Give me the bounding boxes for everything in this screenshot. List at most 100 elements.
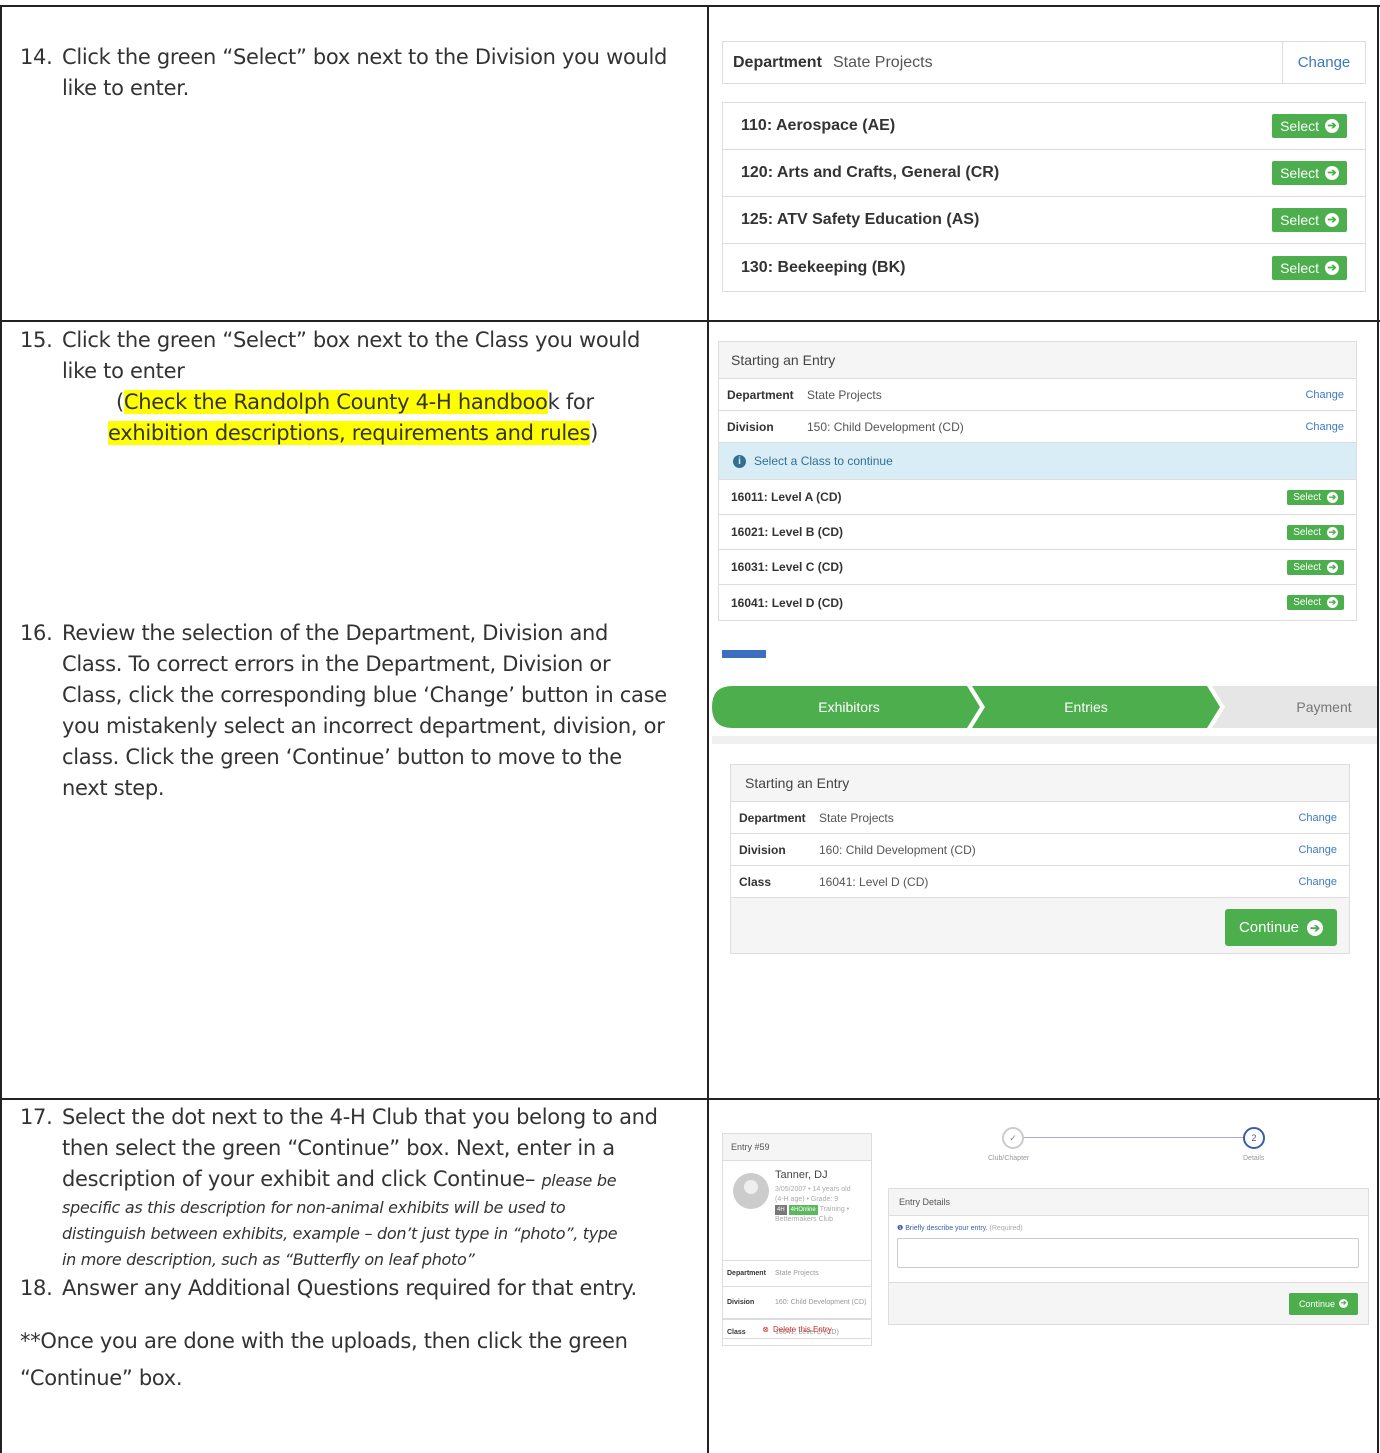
table-border-right xyxy=(1377,5,1379,1453)
division-label: Division xyxy=(727,1299,755,1306)
arrow-right-icon: ➔ xyxy=(1327,526,1338,538)
handbook-note-2: exhibition descriptions, requirements an… xyxy=(20,418,640,449)
continue-label: Continue xyxy=(1298,1298,1335,1309)
department-label: Department xyxy=(727,387,794,402)
exhibitor-grade: (4-H age) • Grade: 9 xyxy=(775,1196,839,1203)
handbook-note: (Check the Randolph County 4-H handbook … xyxy=(20,387,640,418)
exhibitor-meta: 3/05/2007 • 14 years old (4-H age) • Gra… xyxy=(775,1185,869,1225)
table-border-left xyxy=(0,5,2,1453)
select-button[interactable]: Select ➔ xyxy=(1287,559,1344,575)
step-details-label: Details xyxy=(1243,1155,1265,1162)
department-row: Department State Projects xyxy=(723,1261,871,1287)
select-button[interactable]: Select ➔ xyxy=(1272,255,1347,280)
step-line: class. Click the green ‘Continue’ button… xyxy=(62,745,622,769)
arrow-right-icon: ➔ xyxy=(1327,561,1338,573)
division-value: 160: Child Development (CD) xyxy=(775,1299,867,1306)
department-row: Department State Projects Change xyxy=(731,802,1349,834)
status-badge: 4HOnline xyxy=(788,1205,818,1215)
delete-entry-button[interactable]: ⊗ Delete this Entry xyxy=(722,1319,872,1339)
arrow-right-icon: ➔ xyxy=(1327,597,1338,608)
select-button[interactable]: Select ➔ xyxy=(1272,161,1347,185)
step-line: description of your exhibit and click Co… xyxy=(20,1164,658,1195)
department-label: Department xyxy=(733,53,822,71)
change-division-link[interactable]: Change xyxy=(1305,421,1344,433)
progress-step-payment-shape xyxy=(1212,686,1377,728)
step-number: 14. xyxy=(20,45,53,69)
department-label: Department xyxy=(739,810,806,825)
division-row: Division 150: Child Development (CD) Chang… xyxy=(719,411,1356,443)
division-label: Division xyxy=(727,419,774,434)
stepper-line xyxy=(1022,1137,1244,1138)
change-department-link[interactable]: Change xyxy=(1298,812,1337,824)
change-department-link[interactable]: Change xyxy=(1305,389,1344,401)
division-name: 130: Beekeeping (BK) xyxy=(741,258,906,276)
delete-label: Delete this Entry xyxy=(773,1324,832,1334)
select-label: Select xyxy=(1293,491,1321,503)
division-select-panel: Department State Projects Change 110: Ae… xyxy=(722,41,1366,292)
change-department-link[interactable]: Change xyxy=(1282,42,1365,83)
step-club-chapter-icon[interactable]: ✓ xyxy=(1002,1127,1024,1149)
description-textarea[interactable] xyxy=(897,1238,1359,1268)
progress-step-exhibitors[interactable]: Exhibitors xyxy=(818,699,879,715)
highlighted-text: Check the Randolph County 4-H handboo xyxy=(123,390,548,414)
step-line: like to enter xyxy=(62,359,185,383)
department-bar: Department State Projects Change xyxy=(722,41,1366,84)
panel-footer: Continue ➔ xyxy=(731,898,1349,953)
division-name: 120: Arts and Crafts, General (CR) xyxy=(741,164,1000,181)
step-line: you mistakenly select an incorrect depar… xyxy=(62,714,665,738)
table-column-divider xyxy=(707,5,709,1453)
select-button[interactable]: Select ➔ xyxy=(1287,524,1344,540)
change-division-link[interactable]: Change xyxy=(1298,844,1337,856)
division-row: Division 160: Child Development (CD) Chang… xyxy=(731,834,1349,866)
step-line: then select the green “Continue” box. Ne… xyxy=(62,1136,615,1160)
class-name: 16041: Level D (CD) xyxy=(731,595,844,610)
department-label: Department xyxy=(727,1270,766,1277)
exhibitor-name: Tanner, DJ xyxy=(775,1169,828,1181)
select-label: Select xyxy=(1280,118,1319,134)
division-label: Division xyxy=(739,842,786,857)
required-text: (Required) xyxy=(989,1225,1023,1232)
entry-details-body: ❶ Briefly describe your entry. (Required… xyxy=(889,1216,1368,1282)
class-row: 16021: Level B (CD) Select ➔ xyxy=(719,515,1356,550)
step-details-icon[interactable]: 2 xyxy=(1243,1127,1265,1149)
division-row: 130: Beekeeping (BK) Select ➔ xyxy=(723,244,1365,291)
class-value: 16041: Level D (CD) xyxy=(819,874,929,889)
select-button[interactable]: Select ➔ xyxy=(1272,114,1347,138)
step-line: Click the green “Select” box next to the… xyxy=(62,45,668,69)
select-button[interactable]: Select ➔ xyxy=(1272,208,1347,232)
info-text: Select a Class to continue xyxy=(754,454,893,468)
exhibitor-meta-text: Training • xyxy=(819,1206,850,1213)
division-row: 110: Aerospace (AE) Select ➔ xyxy=(723,103,1365,150)
select-label: Select xyxy=(1293,561,1321,573)
select-button[interactable]: Select ➔ xyxy=(1287,489,1344,505)
progress-steps: Exhibitors Entries Payment xyxy=(712,686,1377,728)
info-icon: ❶ xyxy=(897,1225,904,1232)
division-row: 120: Arts and Crafts, General (CR) Select… xyxy=(723,150,1365,197)
select-button[interactable]: Select ➔ xyxy=(1287,595,1344,610)
panel-footer: Continue ➔ xyxy=(889,1282,1368,1324)
step-line: Review the selection of the Department, … xyxy=(62,621,609,645)
progress-step-payment[interactable]: Payment xyxy=(1296,699,1351,715)
arrow-right-icon: ➔ xyxy=(1325,213,1339,227)
change-class-link[interactable]: Change xyxy=(1298,876,1337,888)
class-name: 16021: Level B (CD) xyxy=(731,525,844,539)
avatar xyxy=(733,1173,769,1209)
continue-button[interactable]: Continue ➔ xyxy=(1288,1292,1358,1315)
class-label: Class xyxy=(739,874,772,889)
class-row: 16041: Level D (CD) Select ➔ xyxy=(719,585,1356,620)
step-14-text: 14. Click the green “Select” box next to … xyxy=(20,42,667,104)
step-line: Answer any Additional Questions required… xyxy=(62,1276,637,1300)
continue-button[interactable]: Continue ➔ xyxy=(1224,909,1337,946)
class-name: 16031: Level C (CD) xyxy=(731,560,844,574)
department-value: State Projects xyxy=(819,810,894,825)
arrow-right-icon: ➔ xyxy=(1339,1299,1348,1308)
step-number: 17. xyxy=(20,1105,53,1129)
division-row: Division 160: Child Development (CD) xyxy=(723,1287,871,1319)
division-value: 150: Child Development (CD) xyxy=(807,419,964,434)
department-value: State Projects xyxy=(775,1270,819,1277)
class-row: Class 16041: Level D (CD) Change xyxy=(731,866,1349,898)
progress-step-entries[interactable]: Entries xyxy=(1064,699,1108,715)
step-line: like to enter. xyxy=(62,76,189,100)
select-label: Select xyxy=(1280,165,1319,181)
delete-icon: ⊗ xyxy=(762,1324,769,1334)
